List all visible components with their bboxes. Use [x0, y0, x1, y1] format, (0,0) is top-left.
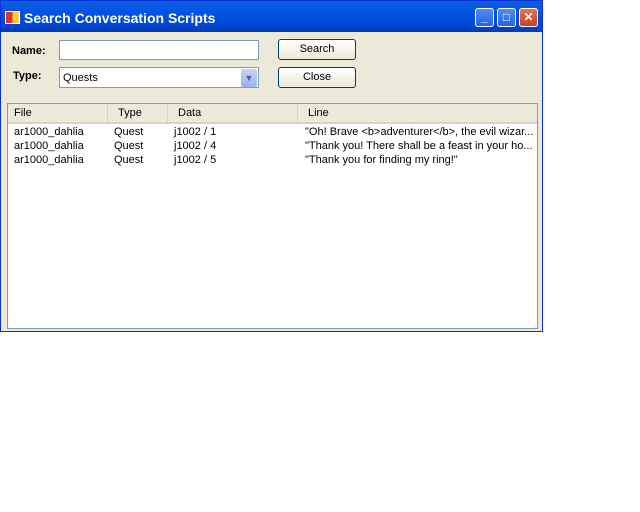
column-header-file[interactable]: File [8, 104, 108, 122]
type-select-value: Quests [63, 72, 98, 84]
name-input[interactable] [59, 40, 259, 60]
cell-type: Quest [114, 140, 144, 152]
search-button[interactable]: Search [278, 39, 356, 60]
results-list[interactable]: File Type Data Line ar1000_dahlia Quest … [7, 103, 538, 329]
cell-file: ar1000_dahlia [14, 140, 84, 152]
cell-line: "Thank you! There shall be a feast in yo… [305, 140, 533, 152]
resize-grip-icon[interactable]: ⋰ [532, 321, 540, 330]
list-header: File Type Data Line [8, 104, 537, 124]
chevron-down-icon[interactable]: ▼ [241, 69, 257, 87]
cell-type: Quest [114, 126, 144, 138]
minimize-icon[interactable]: _ [475, 8, 494, 27]
cell-file: ar1000_dahlia [14, 154, 84, 166]
column-header-type[interactable]: Type [108, 104, 168, 122]
maximize-icon[interactable]: □ [497, 8, 516, 27]
cell-file: ar1000_dahlia [14, 126, 84, 138]
table-row[interactable]: ar1000_dahlia Quest j1002 / 1 "Oh! Brave… [8, 125, 537, 139]
column-header-line[interactable]: Line [298, 104, 537, 122]
name-label: Name: [12, 45, 46, 57]
table-row[interactable]: ar1000_dahlia Quest j1002 / 5 "Thank you… [8, 153, 537, 167]
cell-data: j1002 / 1 [174, 126, 217, 138]
search-window: Search Conversation Scripts _ □ ✕ Name: … [0, 0, 543, 332]
column-header-data[interactable]: Data [168, 104, 298, 122]
app-icon [5, 11, 20, 24]
close-button[interactable]: Close [278, 67, 356, 88]
table-row[interactable]: ar1000_dahlia Quest j1002 / 4 "Thank you… [8, 139, 537, 153]
close-icon[interactable]: ✕ [519, 8, 538, 27]
cell-data: j1002 / 5 [174, 154, 217, 166]
type-select[interactable]: Quests ▼ [59, 67, 259, 88]
cell-data: j1002 / 4 [174, 140, 217, 152]
cell-type: Quest [114, 154, 144, 166]
window-title: Search Conversation Scripts [24, 10, 216, 26]
cell-line: "Thank you for finding my ring!" [305, 154, 458, 166]
cell-line: "Oh! Brave <b>adventurer</b>, the evil w… [305, 126, 534, 138]
type-label: Type: [13, 70, 42, 82]
title-bar[interactable]: Search Conversation Scripts _ □ ✕ [1, 1, 542, 32]
